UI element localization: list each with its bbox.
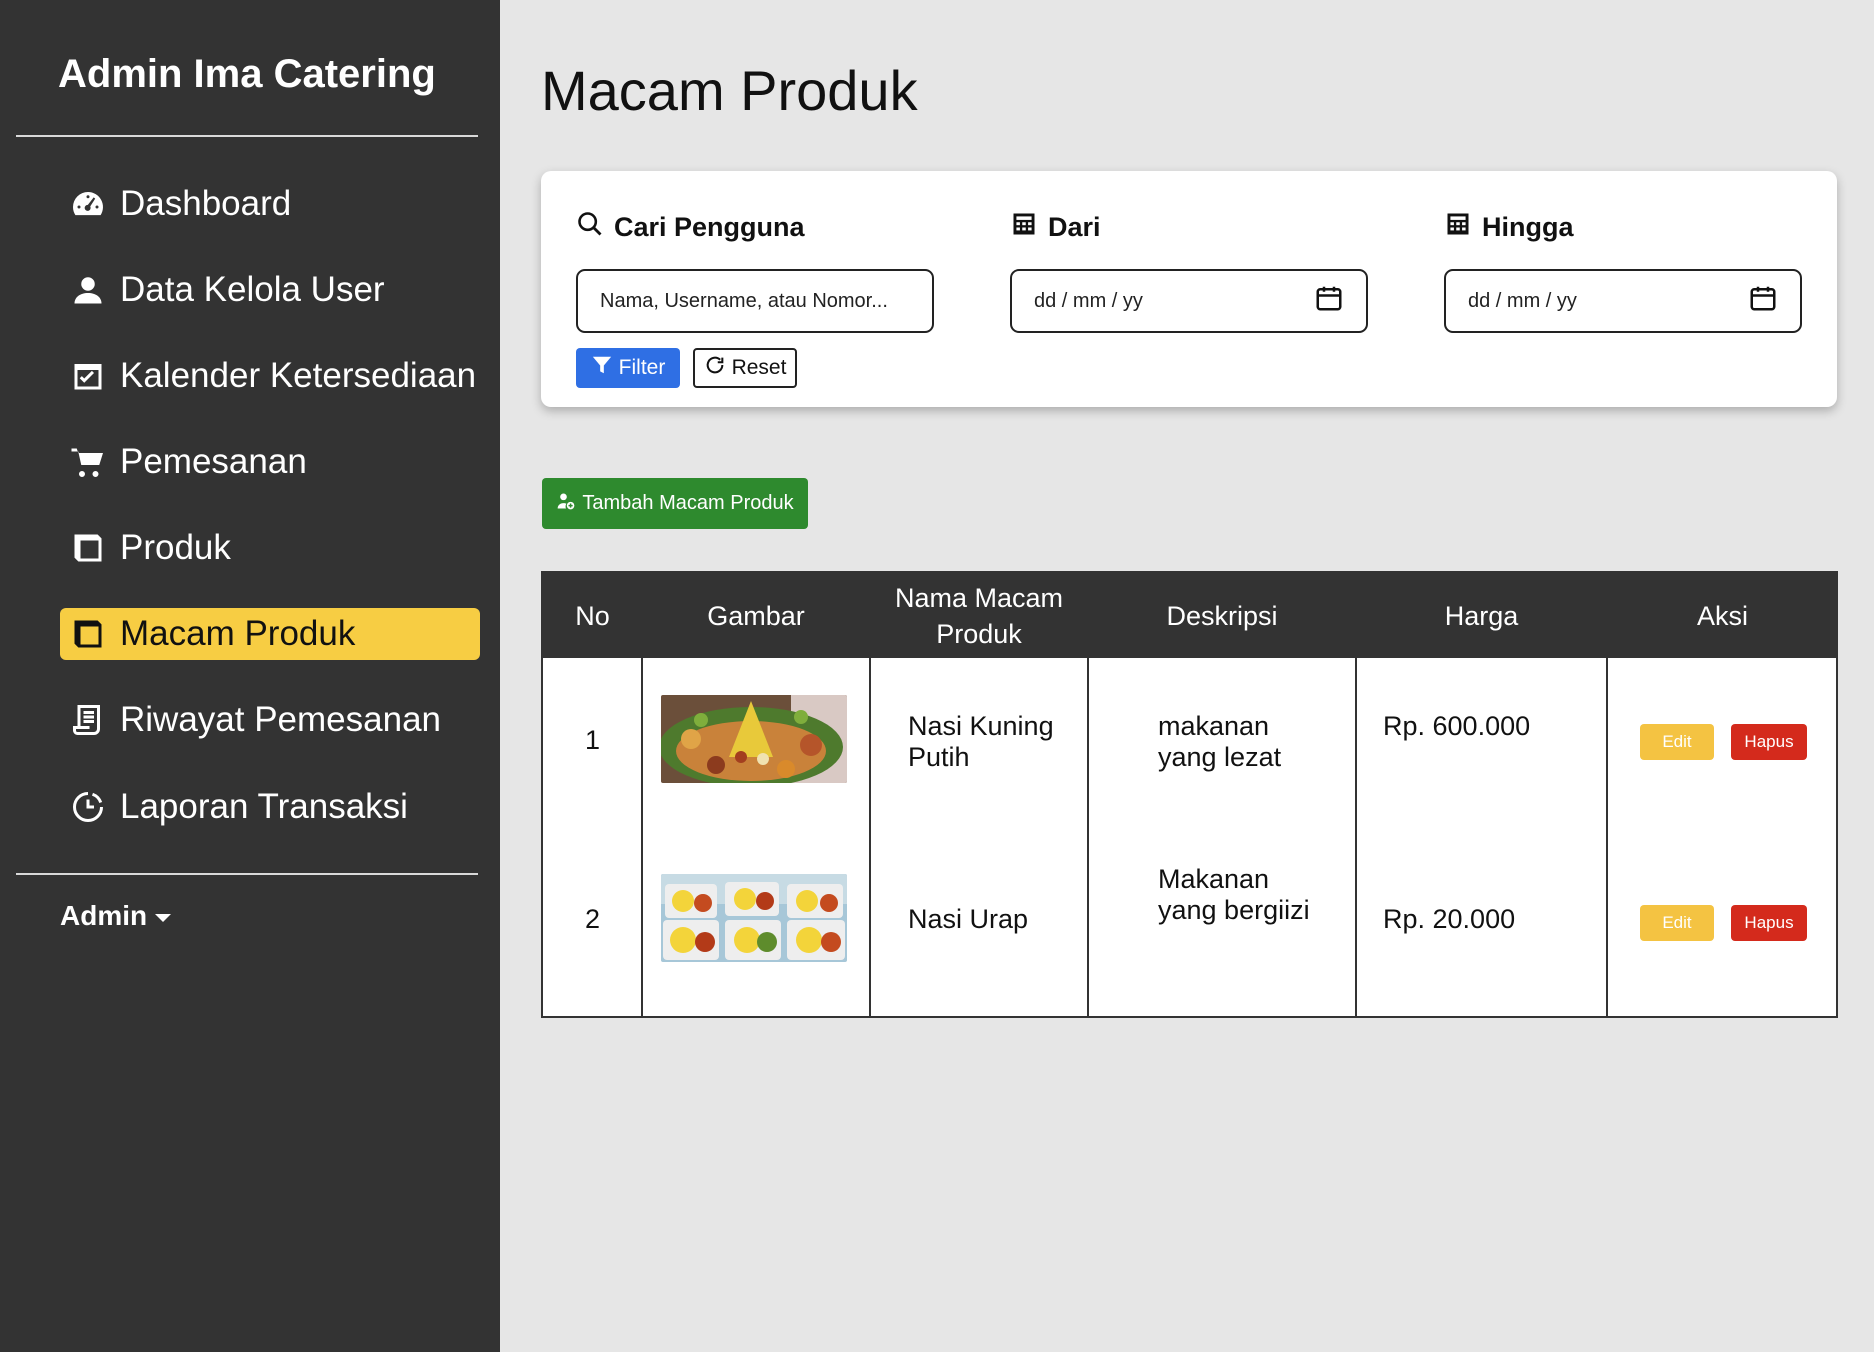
edit-button[interactable]: Edit — [1640, 905, 1714, 941]
sidebar-item-label: Produk — [120, 528, 231, 567]
row-name: Nasi Kuning Putih — [908, 711, 1054, 772]
add-button-label: Tambah Macam Produk — [582, 492, 794, 514]
sidebar-divider — [16, 135, 478, 137]
nasi-box-photo — [661, 874, 847, 962]
row-price: Rp. 600.000 — [1383, 711, 1531, 741]
brand-title: Admin Ima Catering — [58, 52, 436, 96]
sidebar-item-label: Data Kelola User — [120, 270, 385, 309]
row-description: makanan yang lezat — [1158, 711, 1282, 772]
product-type-table: No Gambar Nama Macam Produk Deskripsi Ha… — [541, 571, 1838, 1018]
calendar-icon[interactable] — [1748, 283, 1778, 319]
date-from-group: Dari dd / mm / yy — [1010, 207, 1368, 333]
search-input[interactable]: Nama, Username, atau Nomor... — [576, 269, 934, 333]
sidebar-item-dashboard[interactable]: Dashboard — [60, 178, 480, 230]
date-to-group: Hingga dd / mm / yy — [1444, 207, 1802, 333]
sidebar-item-label: Riwayat Pemesanan — [120, 700, 441, 739]
receipt-icon — [60, 702, 120, 738]
box-icon — [60, 616, 120, 652]
caret-down-icon — [155, 914, 172, 922]
header-harga: Harga — [1444, 600, 1519, 631]
search-label: Cari Pengguna — [614, 211, 805, 242]
sidebar-item-kalender-ketersediaan[interactable]: Kalender Ketersediaan — [60, 350, 480, 402]
date-to-label: Hingga — [1482, 211, 1574, 242]
header-gambar: Gambar — [707, 600, 805, 631]
reset-button-label: Reset — [731, 356, 787, 379]
search-placeholder: Nama, Username, atau Nomor... — [600, 289, 888, 312]
row-name: Nasi Urap — [908, 904, 1029, 934]
sidebar-item-laporan-transaksi[interactable]: Laporan Transaksi — [60, 781, 480, 833]
column-divider — [869, 658, 871, 1016]
sidebar-item-pemesanan[interactable]: Pemesanan — [60, 436, 480, 488]
table-header: No Gambar Nama Macam Produk Deskripsi Ha… — [543, 573, 1836, 658]
sidebar-item-produk[interactable]: Produk — [60, 522, 480, 574]
sidebar-item-label: Kalender Ketersediaan — [120, 356, 477, 395]
box-icon — [60, 530, 120, 566]
sidebar-divider — [16, 873, 478, 875]
filter-card: Cari Pengguna Nama, Username, atau Nomor… — [541, 171, 1837, 407]
funnel-icon — [591, 354, 613, 382]
sidebar-item-label: Macam Produk — [120, 614, 356, 653]
calendar-check-icon — [60, 358, 120, 394]
row-no: 1 — [584, 725, 601, 755]
date-from-label: Dari — [1048, 211, 1101, 242]
sidebar-item-riwayat-pemesanan[interactable]: Riwayat Pemesanan — [60, 694, 480, 746]
delete-button[interactable]: Hapus — [1731, 905, 1807, 941]
sidebar-item-label: Pemesanan — [120, 442, 307, 481]
admin-user-menu[interactable]: Admin — [60, 900, 172, 932]
dashboard-icon — [60, 186, 120, 222]
page-title: Macam Produk — [541, 59, 918, 122]
add-user-icon — [556, 491, 576, 517]
history-icon — [60, 789, 120, 825]
search-group: Cari Pengguna Nama, Username, atau Nomor… — [576, 207, 934, 333]
date-to-field[interactable]: dd / mm / yy — [1444, 269, 1802, 333]
delete-button[interactable]: Hapus — [1731, 724, 1807, 760]
column-divider — [1355, 658, 1357, 1016]
header-aksi: Aksi — [1696, 600, 1748, 631]
row-description: Makanan yang bergiizi — [1158, 864, 1310, 925]
edit-button[interactable]: Edit — [1640, 724, 1714, 760]
row-no: 2 — [584, 904, 601, 934]
search-icon — [576, 210, 604, 245]
calendar-icon[interactable] — [1314, 283, 1344, 319]
sidebar-item-label: Laporan Transaksi — [120, 787, 408, 826]
sidebar-item-data-kelola-user[interactable]: Data Kelola User — [60, 264, 480, 316]
date-from-field[interactable]: dd / mm / yy — [1010, 269, 1368, 333]
tumpeng-nasi-kuning-photo — [661, 695, 847, 783]
sidebar: Admin Ima Catering Dashboard Data Kelola… — [0, 0, 500, 1352]
column-divider — [641, 658, 643, 1016]
column-divider — [1087, 658, 1089, 1016]
header-deskripsi: Deskripsi — [1166, 600, 1278, 631]
admin-label: Admin — [60, 900, 148, 931]
sidebar-item-label: Dashboard — [120, 184, 292, 223]
calculator-icon — [1444, 210, 1472, 245]
add-product-type-button[interactable]: Tambah Macam Produk — [542, 478, 808, 529]
header-no: No — [575, 600, 610, 631]
filter-button[interactable]: Filter — [576, 348, 680, 388]
column-divider — [1606, 658, 1608, 1016]
user-icon — [60, 272, 120, 308]
calculator-icon — [1010, 210, 1038, 245]
date-from-placeholder: dd / mm / yy — [1034, 289, 1143, 312]
reset-button[interactable]: Reset — [693, 348, 797, 388]
date-to-placeholder: dd / mm / yy — [1468, 289, 1577, 312]
cart-icon — [60, 444, 120, 480]
sidebar-item-macam-produk[interactable]: Macam Produk — [60, 608, 480, 660]
row-price: Rp. 20.000 — [1383, 904, 1516, 934]
filter-button-label: Filter — [618, 356, 666, 379]
header-nama: Nama Macam Produk — [894, 582, 1064, 649]
refresh-icon — [704, 354, 726, 382]
